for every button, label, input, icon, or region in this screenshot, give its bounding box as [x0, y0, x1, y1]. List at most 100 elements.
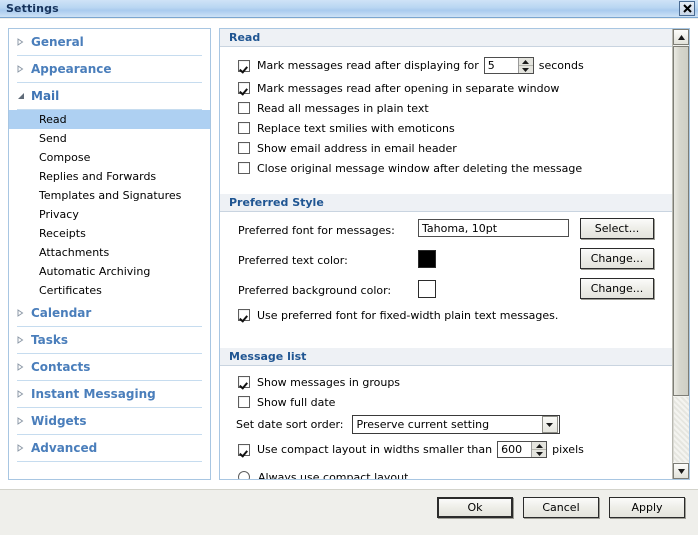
- triangle-right-icon: [17, 390, 31, 398]
- seconds-input[interactable]: 5: [484, 58, 518, 73]
- seconds-spinner-buttons[interactable]: [517, 58, 533, 73]
- sidebar-group-label: Mail: [31, 89, 60, 103]
- scrollbar-thumb[interactable]: [673, 46, 689, 396]
- date-sort-order-row: Set date sort order: Preserve current se…: [220, 412, 673, 437]
- sidebar-group-label: Advanced: [31, 441, 98, 455]
- sidebar-item-privacy[interactable]: Privacy: [9, 205, 210, 224]
- option-smilies[interactable]: Replace text smilies with emoticons: [220, 118, 673, 138]
- checkbox-show-groups[interactable]: [238, 376, 250, 388]
- sidebar-group-advanced[interactable]: Advanced: [17, 435, 202, 462]
- checkbox-smilies[interactable]: [238, 122, 250, 134]
- option-label: Mark messages read after opening in sepa…: [257, 81, 560, 95]
- caret-up-icon: [535, 443, 543, 448]
- option-plain-text[interactable]: Read all messages in plain text: [220, 98, 673, 118]
- select-font-button[interactable]: Select...: [580, 218, 654, 239]
- sidebar-item-label: Certificates: [39, 284, 102, 297]
- sidebar-item-certificates[interactable]: Certificates: [9, 281, 210, 300]
- sidebar-item-compose[interactable]: Compose: [9, 148, 210, 167]
- compact-width-spinner-buttons[interactable]: [531, 442, 547, 457]
- seconds-spinner[interactable]: 5: [483, 57, 534, 74]
- sidebar-group-tasks[interactable]: Tasks: [17, 327, 202, 354]
- sidebar-item-receipts[interactable]: Receipts: [9, 224, 210, 243]
- option-mark-after-display[interactable]: Mark messages read after displaying for …: [220, 53, 673, 78]
- option-close-original[interactable]: Close original message window after dele…: [220, 158, 673, 178]
- sidebar-item-read[interactable]: Read: [9, 110, 210, 129]
- ok-button[interactable]: Ok: [437, 497, 513, 518]
- checkbox-fixed-width-font[interactable]: [238, 309, 250, 321]
- checkbox-compact-layout[interactable]: [238, 443, 250, 456]
- scroll-up-button[interactable]: [673, 29, 689, 45]
- compact-width-spinner[interactable]: 600: [497, 441, 548, 458]
- sidebar-group-calendar[interactable]: Calendar: [17, 300, 202, 327]
- dialog-footer: Ok Cancel Apply: [0, 489, 698, 535]
- settings-category-tree[interactable]: General Appearance Mail Read Send Compos…: [8, 28, 211, 480]
- label-date-sort-order: Set date sort order:: [236, 418, 344, 431]
- spinner-up-button[interactable]: [532, 442, 547, 450]
- sidebar-group-appearance[interactable]: Appearance: [17, 56, 202, 83]
- triangle-down-icon: [17, 92, 31, 100]
- radio-always-compact-layout[interactable]: [238, 471, 250, 479]
- text-color-swatch[interactable]: [418, 250, 436, 268]
- dialog-body: General Appearance Mail Read Send Compos…: [0, 19, 698, 489]
- sidebar-item-label: Send: [39, 132, 67, 145]
- triangle-right-icon: [17, 309, 31, 317]
- checkbox-show-email-address[interactable]: [238, 142, 250, 154]
- sidebar-item-label: Privacy: [39, 208, 79, 221]
- sidebar-item-label: Read: [39, 113, 67, 126]
- triangle-right-icon: [17, 65, 31, 73]
- label-preferred-text-color: Preferred text color:: [238, 254, 348, 267]
- spinner-up-button[interactable]: [518, 58, 533, 66]
- title-bar: Settings: [0, 0, 698, 18]
- sidebar-group-widgets[interactable]: Widgets: [17, 408, 202, 435]
- section-header-message-list: Message list: [220, 348, 673, 366]
- sidebar-group-mail[interactable]: Mail: [17, 83, 202, 110]
- panel-scrollbar[interactable]: [672, 29, 689, 479]
- sidebar-item-automatic-archiving[interactable]: Automatic Archiving: [9, 262, 210, 281]
- sidebar-group-general[interactable]: General: [17, 29, 202, 56]
- compact-width-input[interactable]: 600: [498, 442, 532, 457]
- checkbox-mark-after-open[interactable]: [238, 82, 250, 94]
- option-fixed-width-font[interactable]: Use preferred font for fixed-width plain…: [220, 305, 558, 325]
- scrollbar-track[interactable]: [673, 397, 689, 462]
- checkbox-show-full-date[interactable]: [238, 396, 250, 408]
- sidebar-item-attachments[interactable]: Attachments: [9, 243, 210, 262]
- sidebar-group-instant-messaging[interactable]: Instant Messaging: [17, 381, 202, 408]
- sidebar-item-templates-and-signatures[interactable]: Templates and Signatures: [9, 186, 210, 205]
- settings-dialog: Settings General Appearance Mail Read Se…: [0, 0, 698, 535]
- label-preferred-background-color: Preferred background color:: [238, 284, 392, 297]
- triangle-right-icon: [17, 38, 31, 46]
- sidebar-item-send[interactable]: Send: [9, 129, 210, 148]
- caret-down-icon: [535, 451, 543, 456]
- checkbox-mark-after-display[interactable]: [238, 59, 250, 72]
- spinner-down-button[interactable]: [519, 66, 533, 73]
- checkbox-close-original[interactable]: [238, 162, 250, 174]
- change-text-color-button[interactable]: Change...: [580, 248, 654, 269]
- chevron-down-icon[interactable]: [541, 416, 558, 433]
- option-label: Show email address in email header: [257, 141, 457, 155]
- cancel-button[interactable]: Cancel: [523, 497, 599, 518]
- option-show-email-address[interactable]: Show email address in email header: [220, 138, 673, 158]
- close-button[interactable]: [679, 1, 695, 16]
- checkbox-plain-text[interactable]: [238, 102, 250, 114]
- option-show-groups[interactable]: Show messages in groups: [220, 372, 673, 392]
- sidebar-group-contacts[interactable]: Contacts: [17, 354, 202, 381]
- preferred-font-input[interactable]: Tahoma, 10pt: [418, 219, 569, 237]
- sidebar-group-label: Contacts: [31, 360, 91, 374]
- date-sort-order-select[interactable]: Preserve current setting: [351, 415, 560, 434]
- sidebar-item-replies-and-forwards[interactable]: Replies and Forwards: [9, 167, 210, 186]
- triangle-right-icon: [17, 363, 31, 371]
- option-mark-after-open[interactable]: Mark messages read after opening in sepa…: [220, 78, 673, 98]
- apply-button[interactable]: Apply: [609, 497, 685, 518]
- background-color-swatch[interactable]: [418, 280, 436, 298]
- sidebar-group-label: Calendar: [31, 306, 92, 320]
- option-always-compact-layout[interactable]: Always use compact layout: [238, 471, 408, 479]
- sidebar-item-label: Compose: [39, 151, 91, 164]
- sidebar-group-label: Appearance: [31, 62, 112, 76]
- option-compact-layout[interactable]: Use compact layout in widths smaller tha…: [220, 437, 673, 462]
- spinner-down-button[interactable]: [532, 450, 546, 457]
- option-show-full-date[interactable]: Show full date: [220, 392, 673, 412]
- option-label: Replace text smilies with emoticons: [257, 121, 455, 135]
- option-label: Mark messages read after displaying for: [257, 59, 479, 72]
- change-background-color-button[interactable]: Change...: [580, 278, 654, 299]
- scroll-down-button[interactable]: [673, 463, 689, 479]
